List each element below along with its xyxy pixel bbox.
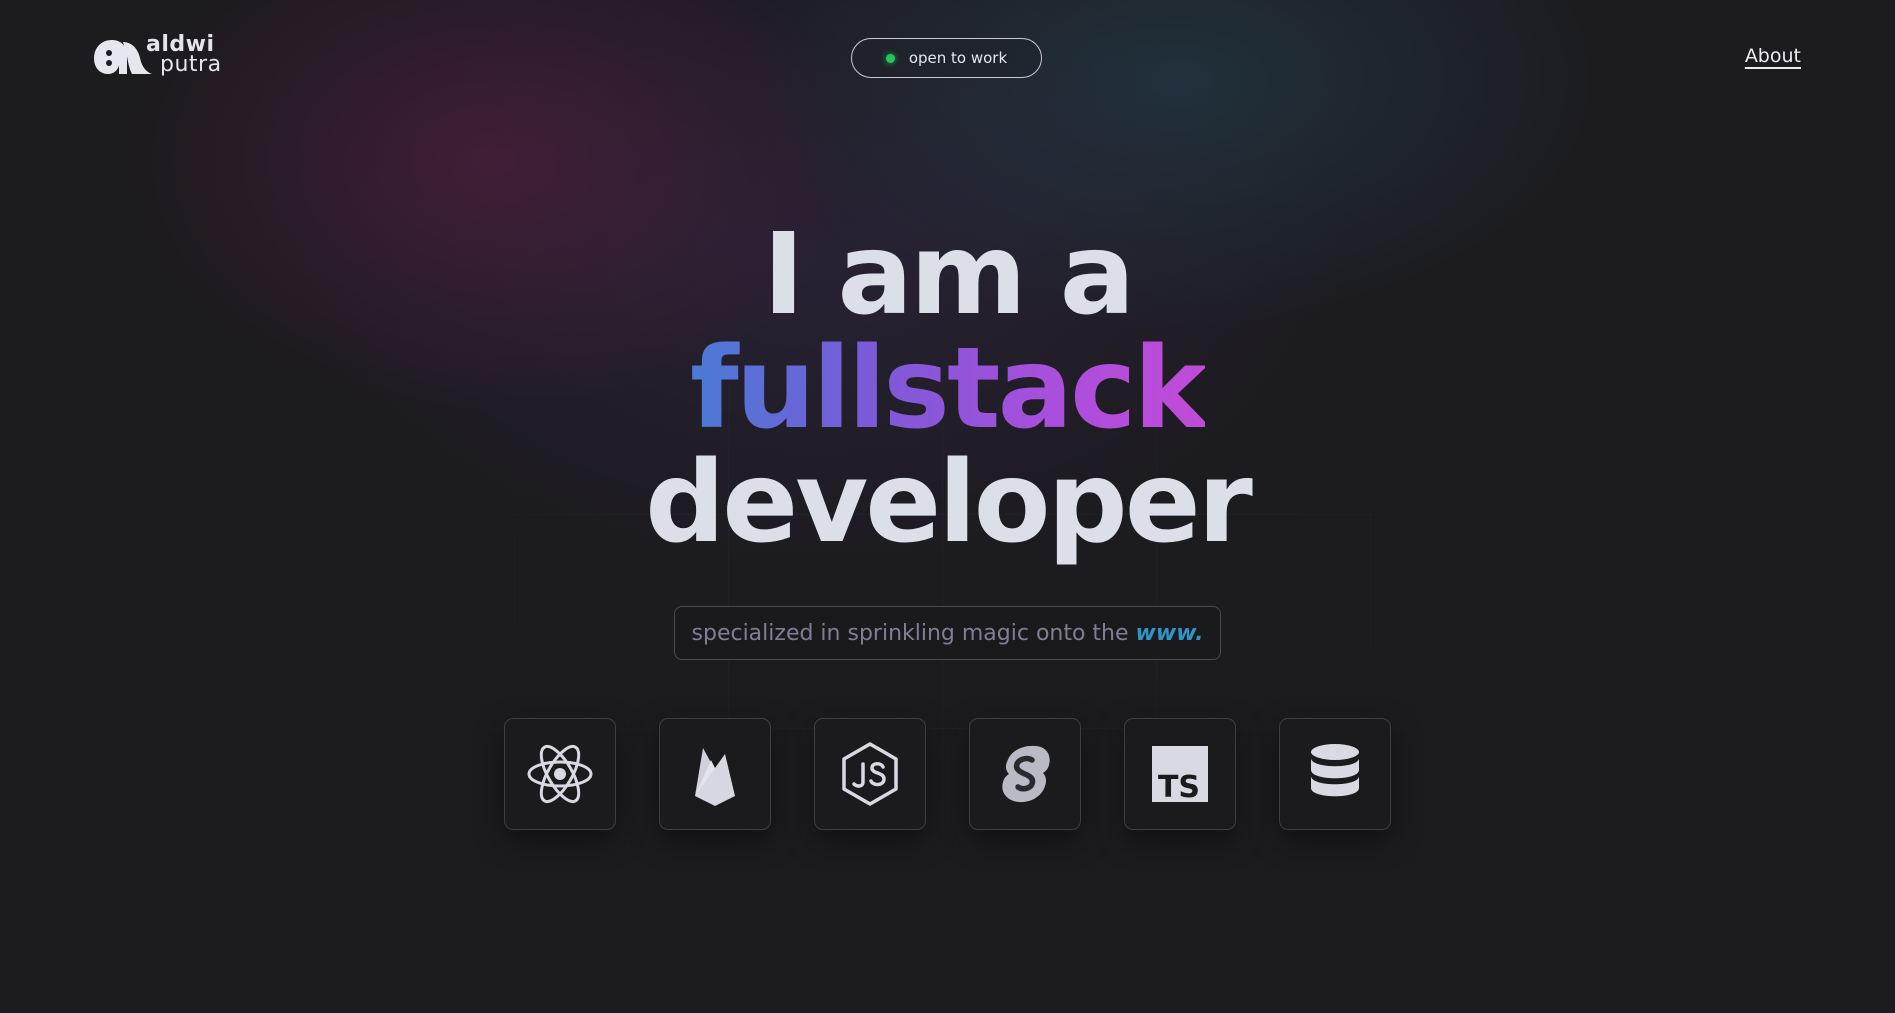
hero-line-3: developer	[645, 438, 1253, 568]
firebase-icon	[695, 748, 735, 806]
tech-tile-typescript[interactable]: TS	[1124, 718, 1236, 830]
nav-about-link[interactable]: About	[1745, 45, 1801, 67]
landing-page: aldwi putra open to work About I am a fu…	[0, 0, 1895, 1013]
site-logo[interactable]: aldwi putra	[92, 34, 222, 78]
tagline-text: specialized in sprinkling magic onto the	[691, 620, 1129, 646]
hero-heading: I am a fullstack developer	[0, 218, 1895, 560]
react-icon	[527, 744, 593, 804]
tech-tile-nodejs[interactable]	[814, 718, 926, 830]
status-label: open to work	[908, 49, 1008, 67]
open-to-work-badge[interactable]: open to work	[851, 38, 1042, 78]
hero-accent-word: fullstack	[690, 324, 1208, 454]
hero-line-2: fullstack	[0, 332, 1895, 446]
typescript-icon: TS	[1152, 746, 1208, 805]
typescript-glyph: TS	[1158, 770, 1200, 805]
status-dot-icon	[885, 53, 895, 63]
nodejs-icon	[842, 742, 898, 806]
tech-stack-row: TS	[504, 718, 1391, 830]
database-icon	[1311, 744, 1359, 797]
tech-tile-firebase[interactable]	[659, 718, 771, 830]
logo-mark-icon	[94, 40, 152, 74]
tagline-accent: www.	[1135, 620, 1204, 646]
hero-line-1: I am a	[762, 210, 1136, 340]
svelte-icon	[1002, 745, 1050, 803]
tagline-box: specialized in sprinkling magic onto the…	[674, 606, 1221, 660]
logo-text-last: putra	[160, 52, 222, 77]
tech-tile-react[interactable]	[504, 718, 616, 830]
tech-tile-svelte[interactable]	[969, 718, 1081, 830]
tech-tile-database[interactable]	[1279, 718, 1391, 830]
